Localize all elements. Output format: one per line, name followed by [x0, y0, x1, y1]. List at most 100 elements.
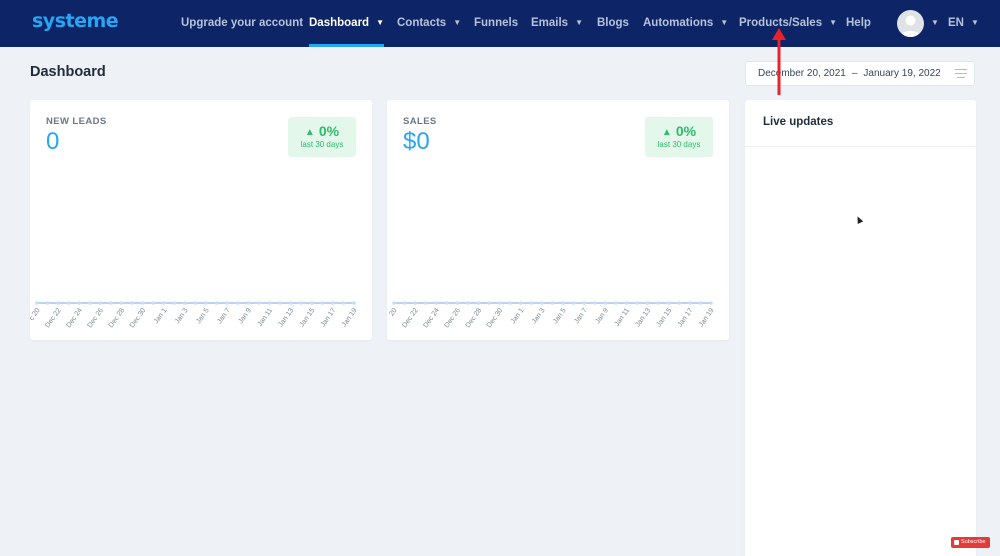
sales-chart-x-tick-label: Dec 30 [486, 307, 505, 329]
nav-upgrade-account[interactable]: Upgrade your account [181, 0, 303, 47]
user-avatar[interactable] [897, 10, 924, 37]
nav-emails[interactable]: Emails ▼ [531, 0, 583, 47]
sales-chart-data-point [476, 301, 481, 305]
sales-chart-data-point [614, 301, 618, 305]
date-range-end: January 19, 2022 [863, 68, 941, 79]
new-leads-chart-data-point [140, 301, 145, 305]
nav-products-sales[interactable]: Products/Sales ▼ [739, 0, 837, 47]
sales-chart-data-point [677, 301, 682, 305]
account-menu-toggle[interactable]: ▼ [931, 0, 939, 47]
sales-chart-data-point [688, 301, 692, 305]
nav-help[interactable]: Help [846, 0, 871, 47]
new-leads-chart-x-tick-label: Jan 9 [237, 307, 253, 325]
chevron-down-icon: ▼ [376, 18, 384, 27]
sales-line-chart: 20 Dec 22 Dec 24 Dec 26 Dec 28 Dec 30 Jan 1 Jan… [388, 301, 716, 329]
new-leads-chart-data-point [309, 301, 314, 305]
new-leads-chart-data-point [214, 301, 219, 305]
chevron-down-icon: ▼ [931, 18, 939, 27]
new-leads-chart-x-tick-label: Jan 7 [216, 307, 232, 325]
new-leads-chart-x-tick-label: Jan 1 [153, 307, 169, 325]
live-updates-title: Live updates [763, 116, 834, 128]
live-updates-divider [745, 146, 976, 147]
chevron-down-icon: ▼ [453, 18, 462, 27]
new-leads-chart-data-point [204, 301, 208, 305]
language-selector[interactable]: EN ▼ [948, 0, 979, 47]
new-leads-chart-x-tick-label: Jan 17 [320, 307, 338, 328]
new-leads-chart-data-point [56, 301, 60, 305]
sales-chart-data-point [561, 301, 565, 305]
user-silhouette-icon [900, 15, 921, 37]
page-title: Dashboard [30, 64, 106, 80]
sales-chart-data-point [445, 301, 449, 305]
new-leads-chart-data-point [257, 301, 261, 305]
sales-chart-x-tick-label: Jan 17 [677, 307, 695, 328]
sales-chart-data-point [540, 301, 544, 305]
sales-chart-data-point [529, 301, 534, 305]
new-leads-chart-x-tick-label: Dec 28 [108, 307, 127, 329]
sales-chart-data-point [592, 301, 597, 305]
sales-card: SALES $0 ▲ 0% last 30 days 20 Dec 22 Dec 24… [387, 100, 729, 340]
sales-chart-x-tick-label: Jan 11 [614, 307, 632, 328]
sales-chart-x-tick-label: Jan 9 [594, 307, 610, 325]
filter-lines-icon[interactable] [955, 69, 967, 79]
new-leads-chart-data-point [162, 301, 166, 305]
new-leads-chart-x-tick-label: Dec 22 [44, 307, 63, 329]
top-navigation-bar: systeme Upgrade your account Dashboard ▼ … [0, 0, 1000, 47]
sales-chart-data-point [508, 301, 513, 305]
new-leads-chart-x-tick-label: Jan 11 [257, 307, 275, 328]
new-leads-chart-x-tick-label: c 20 [30, 307, 42, 322]
new-leads-chart-data-point [130, 301, 134, 305]
new-leads-chart-data-point [109, 301, 113, 305]
sales-chart-data-point [466, 301, 470, 305]
new-leads-chart-data-point [183, 301, 187, 305]
sales-chart-data-point [402, 301, 407, 305]
nav-dashboard[interactable]: Dashboard ▼ [309, 0, 384, 47]
chevron-down-icon: ▼ [829, 18, 838, 27]
new-leads-chart-data-point [299, 301, 303, 305]
sales-chart-x-tick-label: Jan 1 [510, 307, 526, 325]
sales-chart-x-tick-label: Jan 5 [552, 307, 568, 325]
sales-chart-data-point [603, 301, 608, 305]
subscribe-badge[interactable]: Subscribe [951, 537, 990, 548]
new-leads-chart-data-point [45, 301, 50, 305]
nav-blogs[interactable]: Blogs [597, 0, 629, 47]
sales-chart-data-point [635, 301, 639, 305]
nav-contacts[interactable]: Contacts ▼ [397, 0, 461, 47]
new-leads-chart-data-point [77, 301, 82, 305]
sales-chart-data-point [624, 301, 629, 305]
new-leads-card: NEW LEADS 0 ▲ 0% last 30 days c 20 Dec 22 D… [30, 100, 372, 340]
sales-chart-data-point [434, 301, 439, 305]
new-leads-chart-data-point [320, 301, 325, 305]
new-leads-chart-data-point [88, 301, 92, 305]
sales-chart-data-point [656, 301, 660, 305]
sales-chart-data-point [392, 301, 396, 305]
new-leads-chart-data-point [35, 301, 39, 305]
new-leads-chart-data-point [341, 301, 346, 305]
sales-chart-x-tick-label: Jan 15 [656, 307, 674, 328]
sales-chart-data-point [455, 301, 460, 305]
sales-chart-x-tick-label: Dec 26 [444, 307, 463, 329]
sales-chart-data-point [487, 301, 491, 305]
nav-funnels[interactable]: Funnels [474, 0, 518, 47]
sales-chart-data-point [423, 301, 428, 305]
sales-chart-data-point [571, 301, 576, 305]
new-leads-chart-data-point [288, 301, 293, 305]
sales-chart-data-point [497, 301, 502, 305]
date-range-separator: – [851, 68, 858, 79]
systeme-logo[interactable]: systeme [32, 10, 119, 32]
sales-chart-x-tick-label: Jan 13 [634, 307, 652, 328]
new-leads-chart-data-point [151, 301, 156, 305]
new-leads-chart-data-point [352, 301, 356, 305]
sales-chart-x-tick-label: Dec 28 [465, 307, 484, 329]
new-leads-chart-x-tick-label: Dec 26 [87, 307, 106, 329]
nav-automations[interactable]: Automations ▼ [643, 0, 728, 47]
new-leads-chart-x-tick-label: Jan 19 [341, 307, 359, 328]
new-leads-chart-data-point [66, 301, 71, 305]
new-leads-chart-data-point [172, 301, 177, 305]
sales-chart-data-point [550, 301, 555, 305]
new-leads-chart-data-point [225, 301, 229, 305]
new-leads-line-chart: c 20 Dec 22 Dec 24 Dec 26 Dec 28 Dec 30 Jan 1 J… [30, 301, 359, 329]
live-updates-panel: Live updates [745, 100, 976, 556]
sales-chart-data-point [519, 301, 523, 305]
sales-chart-data-point [666, 301, 671, 305]
